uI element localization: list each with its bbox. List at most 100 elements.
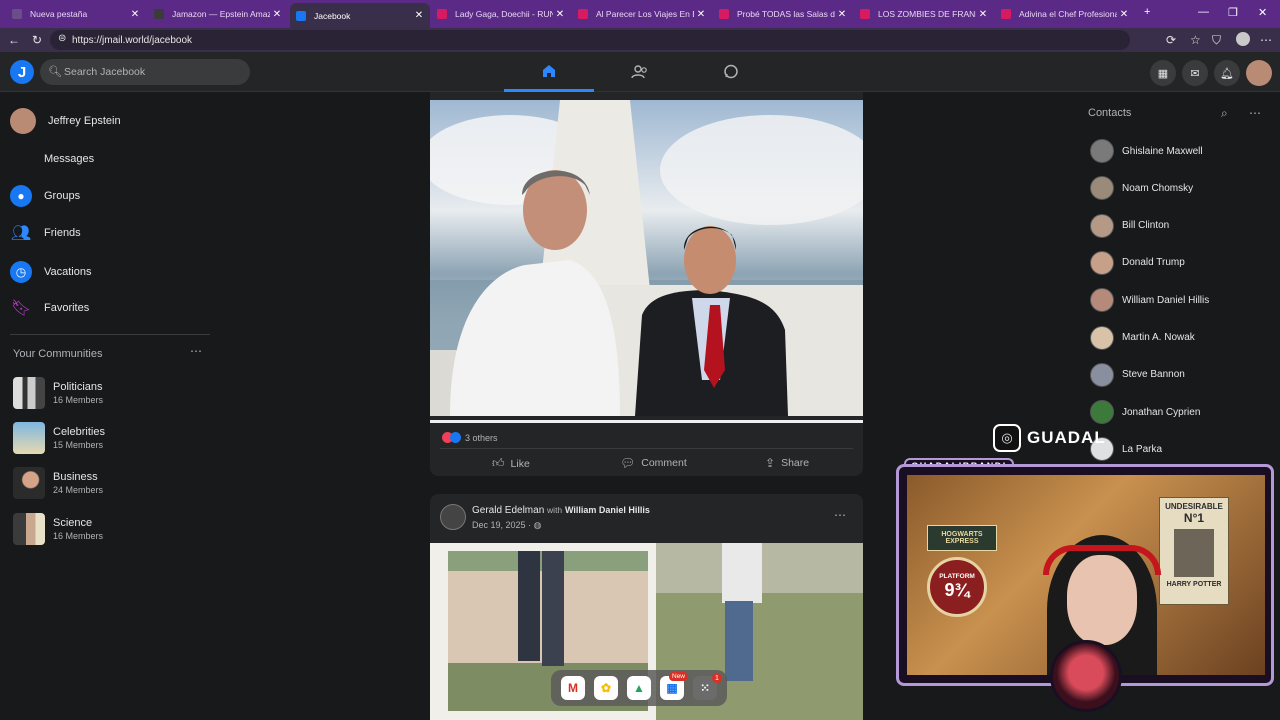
browser-tab[interactable]: Al Parecer Los Viajes En El Tie✕ [572, 3, 712, 25]
sidebar-item-vacations[interactable]: ◷ Vacations [10, 257, 92, 287]
messages-tab[interactable] [686, 52, 776, 92]
profile-name: Jeffrey Epstein [48, 115, 121, 127]
comment-button[interactable]: 💬︎ Comment [620, 456, 687, 470]
home-tab[interactable] [504, 52, 594, 92]
contact-avatar [1090, 250, 1114, 275]
community-celebrities[interactable]: Celebrities 15 Members [13, 421, 105, 455]
tab-favicon-icon [296, 10, 306, 21]
tab-title: Probé TODAS las Salas de Co [737, 9, 835, 19]
tab-close-icon[interactable]: ✕ [553, 9, 567, 20]
post-photo[interactable] [430, 100, 863, 416]
tab-close-icon[interactable]: ✕ [694, 9, 708, 20]
tab-favicon-icon [12, 9, 22, 19]
browser-tab[interactable]: Lady Gaga, Doechii - RUNWAY✕ [431, 3, 571, 25]
tab-close-icon[interactable]: ✕ [1117, 9, 1131, 20]
instagram-icon: ◎ [993, 424, 1021, 452]
tab-close-icon[interactable]: ✕ [976, 9, 990, 20]
notifications-bell-icon[interactable]: 🔔︎ [1214, 60, 1240, 86]
tab-close-icon[interactable]: ✕ [835, 9, 849, 20]
minimize-icon[interactable]: — [1198, 6, 1209, 18]
contact-item[interactable]: Bill Clinton [1090, 213, 1169, 239]
close-window-icon[interactable]: ✕ [1258, 6, 1267, 19]
thumbs-up-icon: 👍︎ [492, 456, 505, 470]
browser-tab[interactable]: Jamazon — Epstein Amazon✕ [148, 3, 288, 25]
community-business[interactable]: Business 24 Members [13, 466, 103, 500]
drive-icon[interactable]: ▲ [627, 676, 651, 700]
site-logo[interactable]: J [10, 60, 34, 84]
new-tab-button[interactable]: + [1144, 6, 1150, 18]
sidebar-item-friends[interactable]: 👥︎ Friends [10, 218, 81, 248]
divider [10, 334, 210, 335]
favorites-icon[interactable]: ☆ [1190, 33, 1201, 47]
tab-close-icon[interactable]: ✕ [412, 10, 426, 21]
share-label: Share [781, 457, 810, 469]
reload-icon[interactable]: ↻ [32, 33, 42, 47]
sidebar-profile[interactable]: Jeffrey Epstein [10, 106, 121, 136]
contact-name: Donald Trump [1122, 257, 1185, 269]
home-icon [543, 64, 555, 77]
tab-close-icon[interactable]: ✕ [270, 9, 284, 20]
url-field[interactable]: ⊜ https://jmail.world/jacebook [50, 30, 1130, 50]
sidebar-item-label: Favorites [44, 302, 90, 314]
tab-title: Jacebook [314, 10, 351, 21]
tab-title: Jamazon — Epstein Amazon [172, 9, 270, 19]
shield-icon[interactable]: ⛉ [1212, 33, 1221, 48]
url-text: https://jmail.world/jacebook [72, 34, 193, 46]
browser-tab[interactable]: Probé TODAS las Salas de Co✕ [713, 3, 853, 25]
messenger-icon[interactable]: ✉ [1182, 60, 1208, 86]
browser-tab[interactable]: LOS ZOMBIES DE FRANKFURT✕ [854, 3, 994, 25]
headset [1043, 545, 1161, 575]
profile-avatar-icon[interactable] [1236, 32, 1250, 46]
site-info-icon[interactable]: ⊜ [58, 33, 66, 44]
share-button[interactable]: ⇪ Share [765, 456, 809, 470]
restore-icon[interactable]: ❐ [1228, 6, 1238, 19]
browser-tab[interactable]: Nueva pestaña ✕ [6, 3, 146, 25]
post-more-icon[interactable]: ⋯ [834, 508, 846, 522]
browser-tab-bar: Nueva pestaña✕Jamazon — Epstein Amazon✕J… [0, 0, 1280, 28]
community-thumbnail [13, 422, 45, 454]
contact-name: Noam Chomsky [1122, 182, 1194, 194]
contact-item[interactable]: Martin A. Nowak [1090, 325, 1195, 351]
photo-scene [430, 100, 863, 416]
photos-icon[interactable]: ✿ [594, 676, 618, 700]
contact-item[interactable]: Ghislaine Maxwell [1090, 138, 1203, 164]
apps-grid-icon[interactable]: ▦ [1150, 60, 1176, 86]
communities-more-icon[interactable]: ⋯ [190, 344, 202, 358]
community-politicians[interactable]: Politicians 16 Members [13, 376, 103, 410]
community-members: 16 Members [53, 531, 104, 541]
sidebar-item-groups[interactable]: ● Groups [10, 181, 80, 211]
contact-item[interactable]: Donald Trump [1090, 250, 1185, 276]
tab-close-icon[interactable]: ✕ [128, 9, 142, 20]
search-icon: 🔍︎ [48, 66, 62, 78]
like-label: Like [510, 457, 530, 470]
platform-number: 9¾ [944, 580, 970, 600]
author-avatar[interactable] [440, 504, 466, 530]
contact-item[interactable]: Steve Bannon [1090, 362, 1185, 388]
author-name[interactable]: Gerald Edelman [472, 505, 544, 516]
sidebar-item-label: Vacations [44, 266, 92, 278]
contact-avatar [1090, 400, 1114, 425]
friends-tab[interactable] [595, 52, 685, 92]
community-science[interactable]: Science 16 Members [13, 512, 103, 546]
contact-item[interactable]: Noam Chomsky [1090, 175, 1193, 201]
gmail-icon[interactable]: M [561, 676, 585, 700]
contact-item[interactable]: Jonathan Cyprien [1090, 399, 1200, 425]
contacts-search-icon[interactable]: ⌕ [1221, 106, 1228, 121]
search-input[interactable]: 🔍︎ Search Jacebook [40, 59, 250, 85]
extensions-icon[interactable]: ⟳ [1166, 33, 1176, 47]
tagged-name[interactable]: William Daniel Hillis [565, 505, 650, 515]
contact-item[interactable]: William Daniel Hillis [1090, 287, 1209, 313]
sidebar-item-messages[interactable]: Messages [10, 144, 94, 174]
communities-title: Your Communities [13, 348, 103, 360]
back-icon[interactable]: ← [8, 33, 20, 47]
more-menu-icon[interactable]: ⋯ [1260, 33, 1272, 47]
contacts-more-icon[interactable]: ⋯ [1249, 106, 1261, 120]
tab-favicon-icon [154, 9, 164, 19]
account-avatar[interactable] [1246, 60, 1272, 86]
post-date[interactable]: Dec 19, 2025 [472, 520, 526, 530]
sidebar-item-favorites[interactable]: 🔖︎ Favorites [10, 293, 89, 323]
reactions-summary[interactable]: 3 others [442, 432, 498, 443]
like-button[interactable]: 👍︎ Like [492, 456, 530, 471]
browser-tab[interactable]: Jacebook ✕ [290, 3, 430, 28]
browser-tab[interactable]: Adivina el Chef Profesional ✕ [995, 3, 1135, 25]
